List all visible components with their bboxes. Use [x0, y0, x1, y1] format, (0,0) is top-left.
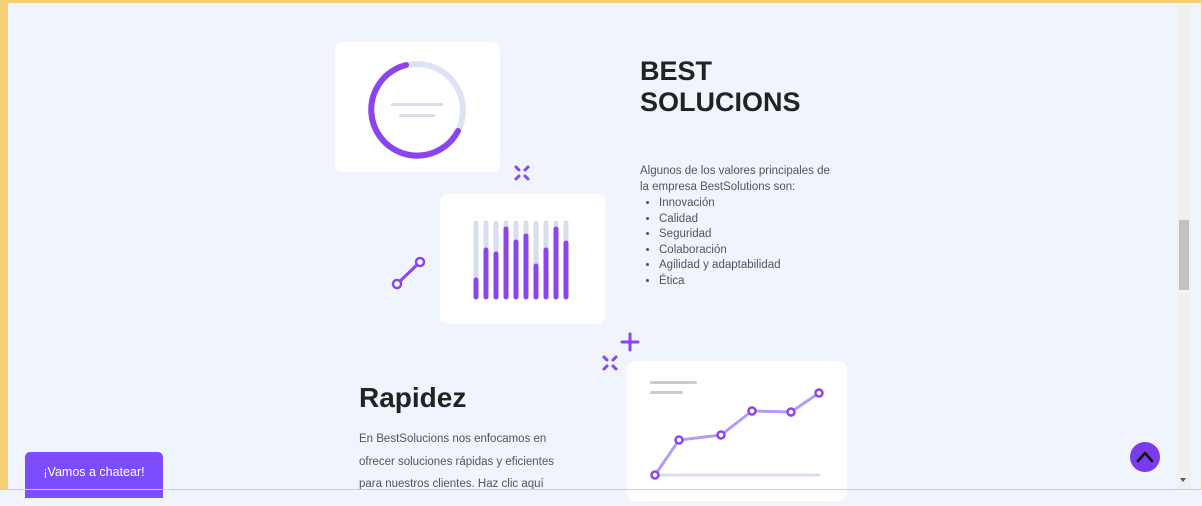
list-item: Innovación [659, 196, 840, 212]
values-description: Algunos de los valores principales de la… [640, 164, 840, 289]
list-item: Colaboración [659, 243, 840, 259]
scrollbar-thumb[interactable] [1179, 220, 1189, 290]
chat-button[interactable]: ¡Vamos a chatear! [25, 452, 163, 498]
connector-icon [391, 256, 426, 290]
list-item: Calidad [659, 212, 840, 228]
rapidez-paragraph: En BestSolucions nos enfocamos en ofrece… [359, 433, 554, 490]
chevron-up-icon [1136, 451, 1154, 463]
back-to-top-button[interactable] [1130, 442, 1160, 472]
line-chart-illustration [650, 381, 824, 480]
section-title: BEST SOLUCIONS [640, 56, 801, 117]
list-item: Seguridad [659, 227, 840, 243]
sparkle-icon [514, 165, 530, 181]
sparkle-plus-icon [602, 332, 640, 371]
scrollbar[interactable] [1177, 0, 1191, 490]
values-intro: Algunos de los valores principales de la… [640, 165, 830, 193]
scroll-down-arrow-icon[interactable] [1180, 478, 1186, 482]
list-item: Ética [659, 274, 840, 290]
bar-chart-card [440, 194, 605, 324]
values-list: Innovación Calidad Seguridad Colaboració… [640, 196, 840, 289]
list-item: Agilidad y adaptabilidad [659, 258, 840, 274]
donut-chart-illustration [368, 61, 466, 159]
rapidez-heading: Rapidez [359, 382, 467, 413]
bar-chart-illustration [473, 220, 569, 300]
donut-card [335, 42, 500, 172]
line-chart-card [627, 361, 847, 501]
